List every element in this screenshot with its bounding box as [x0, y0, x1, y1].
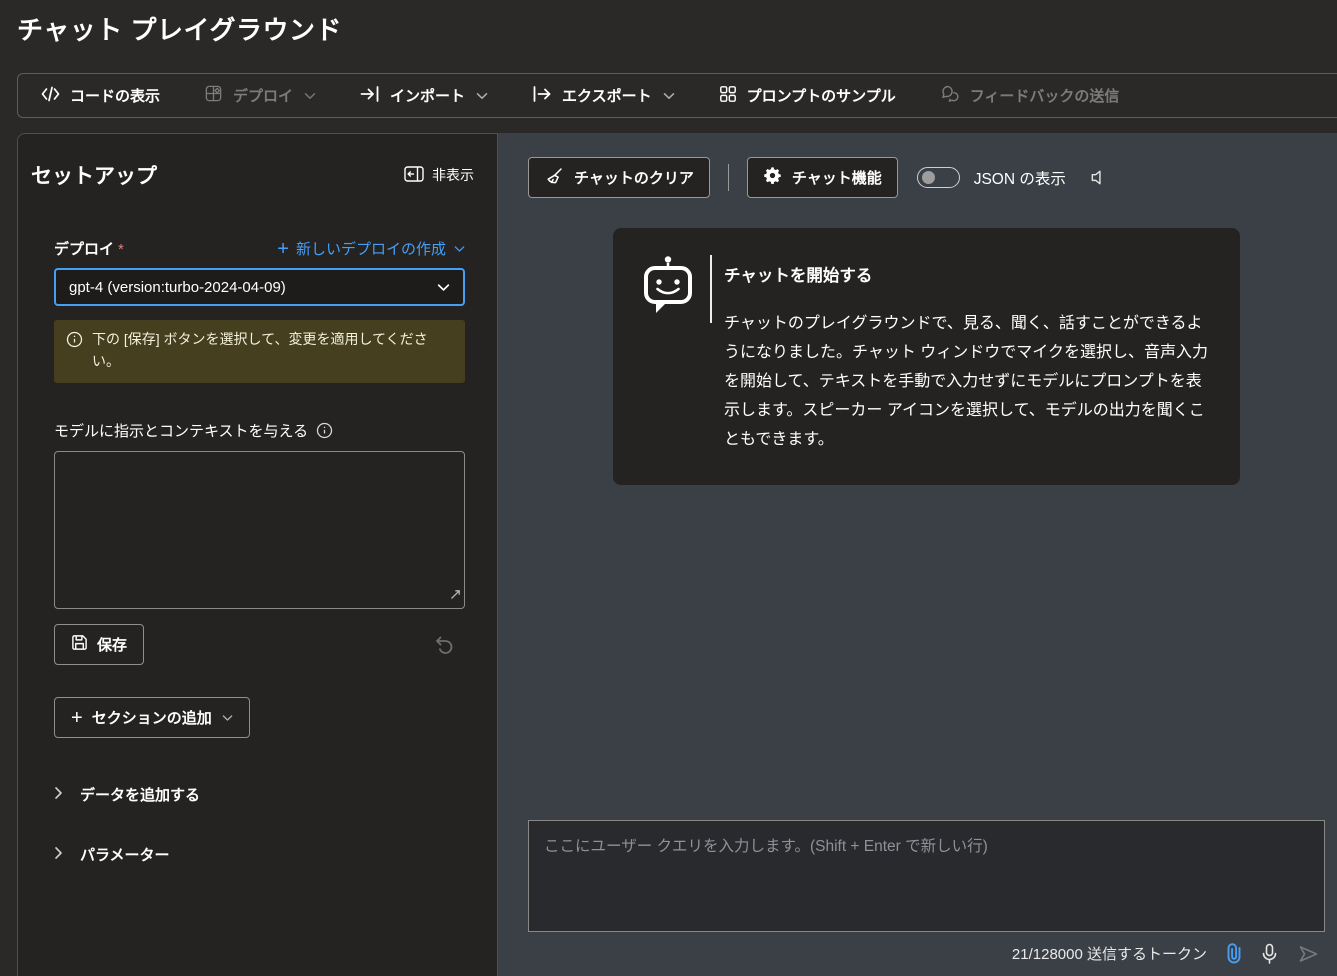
send-icon — [1297, 944, 1320, 964]
plus-icon: + — [71, 708, 83, 728]
send-feedback-button: フィードバックの送信 — [940, 84, 1120, 107]
broom-icon — [544, 166, 564, 190]
toggle-knob — [922, 171, 935, 184]
required-asterisk: * — [118, 241, 124, 258]
chat-query-input[interactable] — [528, 820, 1325, 932]
deploy-button: デプロイ — [204, 84, 316, 107]
import-icon — [360, 85, 380, 107]
chevron-right-icon — [54, 786, 63, 804]
instructions-textarea[interactable] — [54, 451, 465, 609]
chat-toolbar: チャットのクリア チャット機能 JSON の表示 — [528, 157, 1108, 198]
info-icon — [66, 331, 83, 348]
info-icon[interactable] — [316, 422, 333, 439]
hide-panel-button[interactable]: 非表示 — [404, 165, 474, 185]
collapse-panel-icon — [404, 166, 424, 185]
resize-handle-icon[interactable] — [450, 587, 461, 605]
chevron-down-icon — [437, 279, 450, 296]
toolbar-divider — [728, 164, 729, 191]
icon-divider — [710, 255, 712, 323]
speaker-icon[interactable] — [1089, 168, 1108, 187]
chat-features-button[interactable]: チャット機能 — [747, 157, 898, 198]
clear-chat-button[interactable]: チャットのクリア — [528, 157, 710, 198]
intro-text: チャットを開始する チャットのプレイグラウンドで、見る、聞く、話すことができるよ… — [724, 255, 1210, 485]
chevron-down-icon — [663, 92, 675, 100]
export-icon — [532, 85, 552, 107]
chat-area: チャットのクリア チャット機能 JSON の表示 チャットを開始する チャットの… — [498, 133, 1337, 976]
paperclip-icon[interactable] — [1226, 942, 1242, 965]
save-button[interactable]: 保存 — [54, 624, 144, 665]
deploy-box-icon — [204, 84, 223, 107]
chevron-down-icon — [304, 92, 316, 100]
save-row: 保存 — [54, 624, 465, 665]
create-deployment-link[interactable]: + 新しいデプロイの作成 — [277, 238, 465, 259]
export-button[interactable]: エクスポート — [532, 85, 675, 107]
prompt-samples-button[interactable]: プロンプトのサンプル — [719, 85, 896, 107]
deploy-label: デプロイ* — [54, 238, 124, 259]
microphone-icon[interactable] — [1261, 943, 1278, 965]
json-toggle-label: JSON の表示 — [974, 167, 1066, 189]
robot-icon-block — [641, 255, 712, 485]
grid-icon — [719, 85, 737, 107]
code-icon — [41, 86, 60, 106]
plus-icon: + — [277, 239, 289, 259]
intro-title: チャットを開始する — [724, 262, 1210, 286]
command-bar: コードの表示 デプロイ インポート エクスポート プロンプトのサンプル フィード… — [17, 73, 1337, 118]
gear-icon — [763, 166, 782, 189]
parameters-section[interactable]: パラメーター — [54, 844, 465, 865]
save-icon — [71, 634, 88, 655]
token-counter: 21/128000 送信するトークン — [1012, 943, 1207, 964]
chevron-down-icon — [476, 92, 488, 100]
deployment-select-value: gpt-4 (version:turbo-2024-04-09) — [69, 279, 286, 296]
save-warning-text: 下の [保存] ボタンを選択して、変更を適用してください。 — [92, 329, 453, 372]
robot-icon — [641, 255, 695, 485]
json-toggle[interactable] — [917, 167, 960, 188]
intro-body: チャットのプレイグラウンドで、見る、聞く、話すことができるようになりました。チャ… — [724, 309, 1210, 454]
show-code-button[interactable]: コードの表示 — [41, 85, 160, 106]
page-title: チャット プレイグラウンド — [17, 10, 342, 47]
setup-panel: セットアップ 非表示 デプロイ* + 新しいデプロイの作成 gpt-4 (ver… — [17, 133, 498, 976]
deploy-row: デプロイ* + 新しいデプロイの作成 — [54, 238, 465, 259]
chat-intro-card: チャットを開始する チャットのプレイグラウンドで、見る、聞く、話すことができるよ… — [613, 228, 1240, 485]
add-section-button[interactable]: + セクションの追加 — [54, 697, 250, 738]
chevron-down-icon — [454, 245, 465, 253]
setup-header: セットアップ 非表示 — [18, 160, 497, 190]
chat-playground-screen: チャット プレイグラウンド コードの表示 デプロイ インポート エクスポート プ… — [0, 0, 1337, 976]
deployment-select[interactable]: gpt-4 (version:turbo-2024-04-09) — [54, 268, 465, 306]
save-warning-banner: 下の [保存] ボタンを選択して、変更を適用してください。 — [54, 320, 465, 383]
instructions-label: モデルに指示とコンテキストを与える — [54, 420, 465, 441]
setup-content: デプロイ* + 新しいデプロイの作成 gpt-4 (version:turbo-… — [18, 238, 497, 865]
feedback-icon — [940, 84, 960, 107]
chat-input-status: 21/128000 送信するトークン — [1012, 942, 1320, 965]
chevron-right-icon — [54, 846, 63, 864]
add-data-section[interactable]: データを追加する — [54, 784, 465, 805]
setup-title: セットアップ — [31, 160, 157, 190]
import-button[interactable]: インポート — [360, 85, 488, 107]
undo-icon[interactable] — [432, 633, 457, 657]
chevron-down-icon — [222, 714, 233, 722]
